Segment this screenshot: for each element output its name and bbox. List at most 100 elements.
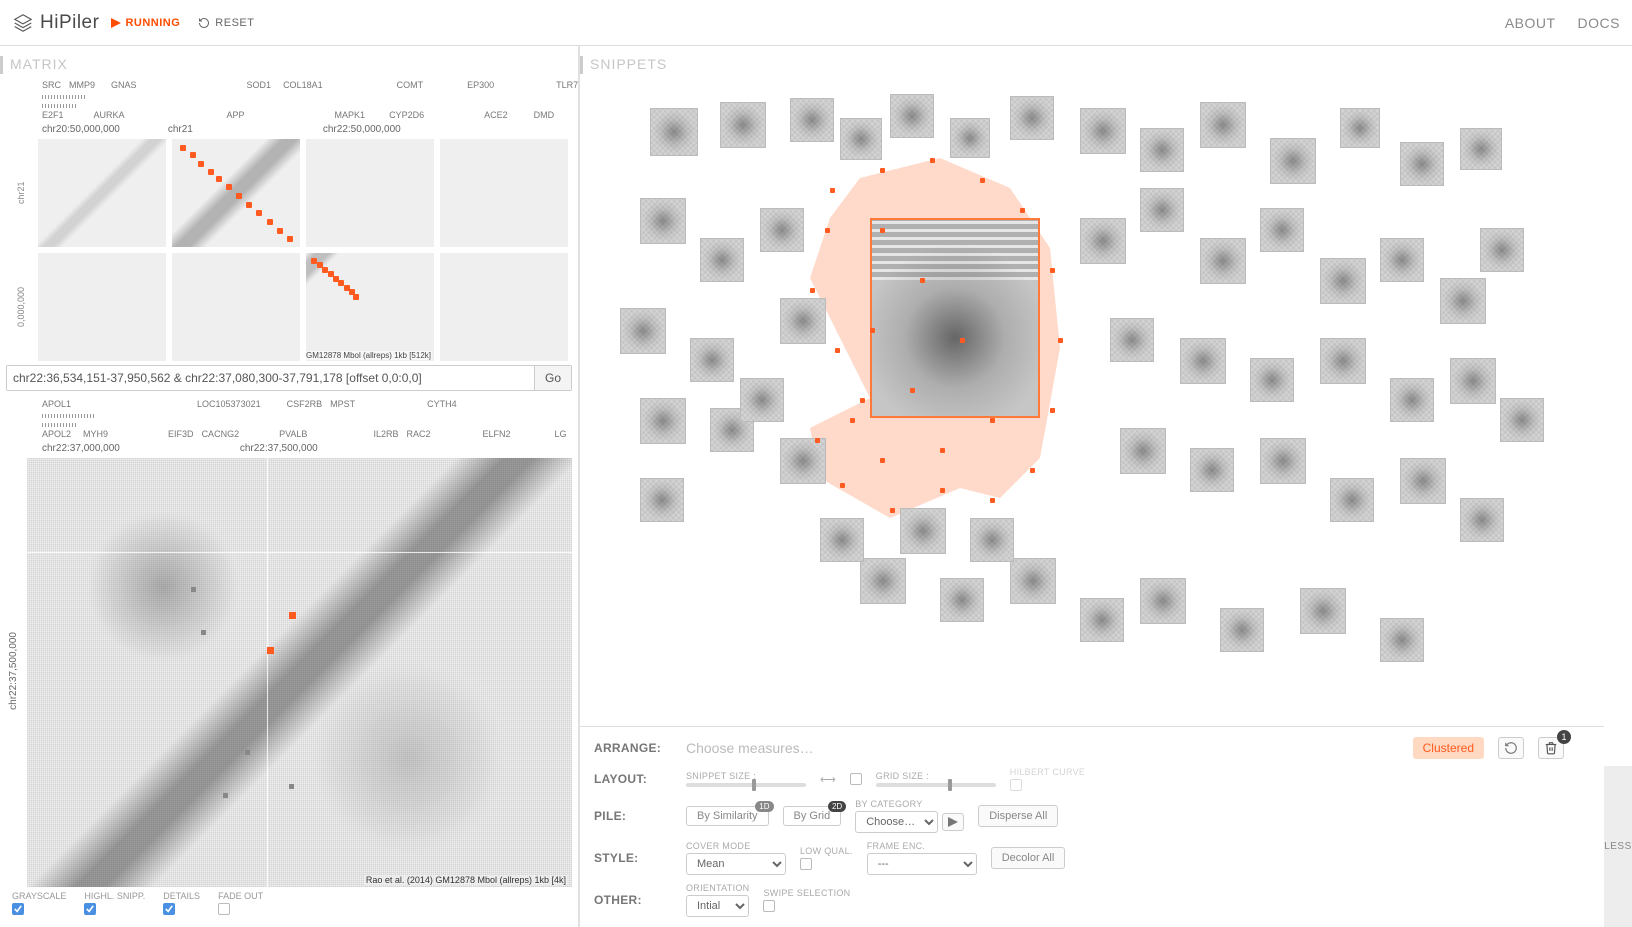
snippet-thumb[interactable]: [1080, 598, 1124, 642]
snippet-thumb[interactable]: [1080, 108, 1126, 154]
matrix-overview-tiles[interactable]: chr21 0,000,000: [6, 139, 572, 361]
snippet-thumb[interactable]: [1260, 208, 1304, 252]
snippet-thumb[interactable]: [1380, 618, 1424, 662]
link-checkbox[interactable]: [850, 773, 862, 785]
matrix-detail-view[interactable]: Rao et al. (2014) GM12878 Mbol (allreps)…: [27, 458, 572, 887]
hilbert-checkbox[interactable]: [1010, 779, 1022, 791]
snippet-thumb[interactable]: [1180, 338, 1226, 384]
snippet-thumb[interactable]: [1460, 128, 1502, 170]
snippet-thumb[interactable]: [890, 94, 934, 138]
snippet-thumb[interactable]: [650, 108, 698, 156]
matrix-tile[interactable]: [172, 139, 300, 247]
details-checkbox[interactable]: [163, 903, 175, 915]
snippet-pile-selected[interactable]: [870, 218, 1040, 418]
snippet-thumb[interactable]: [1270, 138, 1316, 184]
snippet-thumb[interactable]: [700, 238, 744, 282]
snippet-thumb[interactable]: [790, 98, 834, 142]
snippet-thumb[interactable]: [1390, 378, 1434, 422]
run-category-button[interactable]: [942, 813, 964, 831]
grid-size-slider[interactable]: [876, 783, 996, 787]
by-similarity-button[interactable]: By Similarity1D: [686, 806, 769, 826]
refresh-button[interactable]: [1498, 737, 1524, 759]
matrix-tile[interactable]: [38, 253, 166, 361]
snippet-thumb[interactable]: [1190, 448, 1234, 492]
snippet-thumb[interactable]: [1250, 358, 1294, 402]
nav-docs[interactable]: DOCS: [1578, 15, 1620, 31]
snippet-thumb[interactable]: [1140, 578, 1186, 624]
fadeout-checkbox[interactable]: [218, 903, 230, 915]
snippet-size-slider[interactable]: [686, 783, 806, 787]
snippet-thumb[interactable]: [900, 508, 946, 554]
orientation-select[interactable]: Intial: [686, 895, 749, 917]
snippet-thumb[interactable]: [1120, 428, 1166, 474]
snippet-thumb[interactable]: [1010, 558, 1056, 604]
disperse-button[interactable]: Disperse All: [978, 805, 1058, 827]
snippet-thumb[interactable]: [1340, 108, 1380, 148]
snippet-thumb[interactable]: [690, 338, 734, 382]
snippet-thumb[interactable]: [1460, 498, 1504, 542]
snippet-thumb[interactable]: [1200, 102, 1246, 148]
category-select[interactable]: Choose…: [855, 811, 938, 833]
snippet-thumb[interactable]: [740, 378, 784, 422]
matrix-tile[interactable]: [38, 139, 166, 247]
frame-enc-select[interactable]: ---: [867, 853, 977, 875]
go-button[interactable]: Go: [534, 366, 571, 390]
matrix-tile[interactable]: [306, 139, 434, 247]
snippet-thumb[interactable]: [1220, 608, 1264, 652]
highlight-checkbox[interactable]: [84, 903, 96, 915]
snippet-thumb[interactable]: [860, 558, 906, 604]
matrix-tile[interactable]: [172, 253, 300, 361]
snippet-thumb[interactable]: [1260, 438, 1306, 484]
snippet-thumb[interactable]: [1500, 398, 1544, 442]
snippet-thumb[interactable]: [720, 102, 766, 148]
snippet-thumb[interactable]: [1140, 188, 1184, 232]
cover-mode-select[interactable]: Mean: [686, 853, 786, 875]
choose-measures-select[interactable]: Choose measures…: [686, 740, 814, 756]
snippet-thumb[interactable]: [820, 518, 864, 562]
grayscale-checkbox[interactable]: [12, 903, 24, 915]
low-qual-checkbox[interactable]: [800, 858, 812, 870]
snippet-thumb[interactable]: [1330, 478, 1374, 522]
snippet-thumb[interactable]: [1440, 278, 1486, 324]
snippets-canvas[interactable]: [580, 78, 1632, 726]
snippet-thumb[interactable]: [1320, 338, 1366, 384]
snippet-thumb[interactable]: [1480, 228, 1524, 272]
trash-button[interactable]: 1: [1538, 737, 1564, 759]
matrix-tile[interactable]: [440, 253, 568, 361]
running-status[interactable]: RUNNING: [111, 17, 180, 29]
snippet-thumb[interactable]: [1140, 128, 1184, 172]
snippet-thumb[interactable]: [1080, 218, 1126, 264]
snippet-thumb[interactable]: [1380, 238, 1424, 282]
snippet-thumb[interactable]: [1010, 96, 1054, 140]
snippet-thumb[interactable]: [1320, 258, 1366, 304]
hilbert-label: HILBERT CURVE: [1010, 767, 1085, 777]
gene-label: SRC: [42, 80, 61, 90]
snippet-thumb[interactable]: [1300, 588, 1346, 634]
snippet-thumb[interactable]: [780, 438, 826, 484]
snippet-thumb[interactable]: [940, 578, 984, 622]
decolor-button[interactable]: Decolor All: [991, 847, 1066, 869]
snippet-thumb[interactable]: [620, 308, 666, 354]
snippet-thumb[interactable]: [950, 118, 990, 158]
less-toggle[interactable]: LESS: [1604, 766, 1632, 927]
swipe-checkbox[interactable]: [763, 900, 775, 912]
snippet-thumb[interactable]: [760, 208, 804, 252]
snippet-thumb[interactable]: [1110, 318, 1154, 362]
matrix-tile[interactable]: [440, 139, 568, 247]
genome-location-input[interactable]: [7, 366, 534, 390]
reset-button[interactable]: RESET: [198, 17, 254, 29]
snippet-thumb[interactable]: [1400, 142, 1444, 186]
snippet-thumb[interactable]: [640, 198, 686, 244]
snippet-thumb[interactable]: [780, 298, 826, 344]
snippet-thumb[interactable]: [640, 398, 686, 444]
snippet-thumb[interactable]: [840, 118, 882, 160]
clustered-chip[interactable]: Clustered: [1413, 737, 1484, 759]
by-grid-button[interactable]: By Grid2D: [783, 806, 842, 826]
snippet-thumb[interactable]: [640, 478, 684, 522]
snippet-thumb[interactable]: [1450, 358, 1496, 404]
matrix-tile[interactable]: Rao et al. (2014) GM12878 Mbol (allreps)…: [306, 253, 434, 361]
snippet-thumb[interactable]: [1400, 458, 1446, 504]
snippet-thumb[interactable]: [1200, 238, 1246, 284]
nav-about[interactable]: ABOUT: [1505, 15, 1556, 31]
snippet-thumb[interactable]: [970, 518, 1014, 562]
